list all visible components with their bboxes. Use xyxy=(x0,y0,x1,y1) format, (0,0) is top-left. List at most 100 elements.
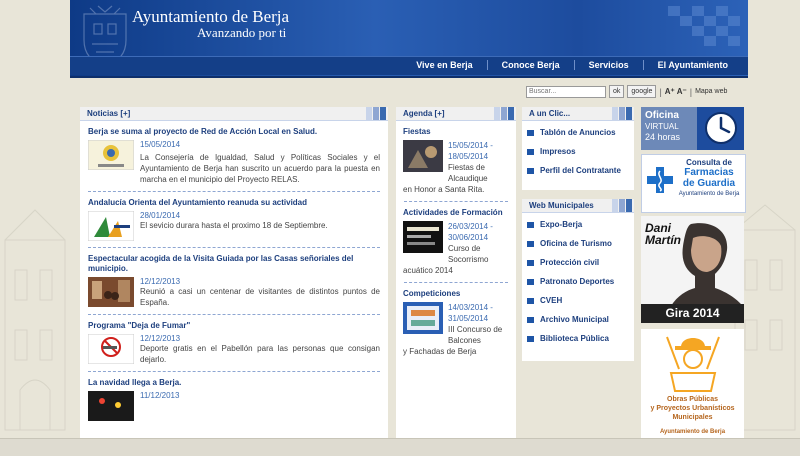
news-panel: Noticias [+] Berja se suma al proyecto d… xyxy=(80,107,388,455)
news-title[interactable]: Noticias [+] xyxy=(87,109,130,118)
site-title: Ayuntamiento de Berja xyxy=(132,7,290,26)
dani-martin-banner[interactable]: Dani Martín Gira 2014 xyxy=(641,216,744,323)
news-headline[interactable]: La navidad llega a Berja. xyxy=(88,372,380,388)
agenda-item: Fiestas 15/05/2014 - 18/05/2014 Fiestas … xyxy=(396,121,516,195)
news-date: 11/12/2013 xyxy=(140,391,180,400)
bullet-icon xyxy=(527,316,534,323)
search-ok-button[interactable]: ok xyxy=(609,85,625,98)
agenda-date-end: 18/05/2014 xyxy=(448,152,489,161)
panel-header: Web Municipales xyxy=(522,199,634,213)
site-map-link[interactable]: Mapa web xyxy=(695,88,727,95)
news-item: Andalucía Orienta del Ayuntamiento reanu… xyxy=(80,192,388,241)
panel-header: A un Clic... xyxy=(522,107,634,121)
header-blocks-decoration xyxy=(612,199,632,212)
header-blocks-decoration xyxy=(612,107,632,120)
obras-l1: Obras Públicas xyxy=(667,396,718,403)
news-summary: Deporte gratis en el Pabellón para las p… xyxy=(140,344,380,364)
agenda-summary: Curso de Socorrismo xyxy=(448,244,489,264)
news-thumbnail[interactable] xyxy=(88,334,134,364)
quick-link-impresos[interactable]: Impresos xyxy=(522,142,634,161)
pharmacy-cross-icon xyxy=(647,167,673,193)
web-link-archivo-municipal[interactable]: Archivo Municipal xyxy=(522,310,634,329)
agenda-thumbnail[interactable] xyxy=(403,140,443,172)
news-thumbnail[interactable] xyxy=(88,140,134,170)
web-link-turismo[interactable]: Oficina de Turismo xyxy=(522,234,634,253)
nav-divider xyxy=(70,76,748,78)
font-size-control[interactable]: A⁺ A⁻ xyxy=(665,87,687,96)
agenda-date-end: 31/05/2014 xyxy=(448,314,489,323)
nav-el-ayuntamiento[interactable]: El Ayuntamiento xyxy=(642,60,742,70)
municipal-webs-panel: Web Municipales Expo-Berja Oficina de Tu… xyxy=(522,199,634,361)
farmacias-l1: Consulta de xyxy=(686,158,732,167)
agenda-category[interactable]: Fiestas xyxy=(403,121,509,136)
agenda-item: Actividades de Formación 26/03/2014 - 30… xyxy=(396,202,516,276)
web-link-biblioteca[interactable]: Biblioteca Pública xyxy=(522,329,634,348)
agenda-item: Competiciones 14/03/2014 - 31/05/2014 II… xyxy=(396,283,516,357)
bullet-icon xyxy=(527,221,534,228)
nav-conoce-berja[interactable]: Conoce Berja xyxy=(486,60,574,70)
news-item: Programa "Deja de Fumar" 12/12/2013 Depo… xyxy=(80,315,388,365)
farmacias-l3: de Guardia xyxy=(682,178,736,189)
news-headline[interactable]: Espectacular acogida de la Visita Guiada… xyxy=(88,248,380,274)
agenda-date-end: 30/06/2014 xyxy=(448,233,489,242)
news-headline[interactable]: Programa "Deja de Fumar" xyxy=(88,315,380,331)
dani-l2: Martín xyxy=(645,233,681,247)
header-blocks-decoration xyxy=(494,107,514,120)
panel-header: Noticias [+] xyxy=(80,107,388,121)
news-thumbnail[interactable] xyxy=(88,391,134,421)
site-header: Ayuntamiento de Berja Avanzando por ti V… xyxy=(70,0,748,78)
news-item: Espectacular acogida de la Visita Guiada… xyxy=(80,248,388,308)
search-input[interactable] xyxy=(526,85,606,98)
farmacias-guardia-banner[interactable]: Consulta de Farmacias de Guardia Ayuntam… xyxy=(641,154,746,213)
obras-l2: y Proyectos Urbanísticos xyxy=(650,405,735,412)
agenda-title[interactable]: Agenda [+] xyxy=(403,109,445,118)
bullet-icon xyxy=(527,335,534,342)
main-nav: Vive en Berja Conoce Berja Servicios El … xyxy=(70,56,748,75)
web-link-expo-berja[interactable]: Expo-Berja xyxy=(522,215,634,234)
site-subtitle: Avanzando por ti xyxy=(197,25,287,40)
web-link-proteccion-civil[interactable]: Protección civil xyxy=(522,253,634,272)
bullet-icon xyxy=(527,148,534,155)
news-headline[interactable]: Berja se suma al proyecto de Red de Acci… xyxy=(88,121,380,137)
page-footer-strip xyxy=(0,438,800,456)
obras-l3: Municipales xyxy=(672,414,713,421)
agenda-panel: Agenda [+] Fiestas 15/05/2014 - 18/05/20… xyxy=(396,107,516,455)
bullet-icon xyxy=(527,297,534,304)
bullet-icon xyxy=(527,240,534,247)
agenda-category[interactable]: Actividades de Formación xyxy=(403,202,509,217)
quick-link-perfil[interactable]: Perfil del Contratante xyxy=(522,161,634,180)
news-item: La navidad llega a Berja. 11/12/2013 xyxy=(80,372,388,421)
news-thumbnail[interactable] xyxy=(88,211,134,241)
agenda-thumbnail[interactable] xyxy=(403,221,443,253)
agenda-category[interactable]: Competiciones xyxy=(403,283,509,298)
agenda-summary: III Concurso de Balcones xyxy=(448,325,503,345)
oficina-virtual-banner[interactable]: Oficina VIRTUAL 24 horas xyxy=(641,107,744,150)
agenda-date-start: 26/03/2014 - xyxy=(448,222,493,231)
nav-servicios[interactable]: Servicios xyxy=(573,60,643,70)
news-date: 28/01/2014 xyxy=(140,211,181,220)
news-summary: El sevicio durara hasta el proximo 18 de… xyxy=(140,221,328,230)
news-date: 12/12/2013 xyxy=(140,277,181,286)
bullet-icon xyxy=(527,259,534,266)
separator: | xyxy=(659,86,662,97)
news-item: Berja se suma al proyecto de Red de Acci… xyxy=(80,121,388,185)
news-summary: Reunió a casi un centenar de visitantes … xyxy=(140,287,380,307)
news-headline[interactable]: Andalucía Orienta del Ayuntamiento reanu… xyxy=(88,192,380,208)
nav-vive-en-berja[interactable]: Vive en Berja xyxy=(402,60,486,70)
agenda-summary-cont: acuático 2014 xyxy=(403,266,453,275)
news-thumbnail[interactable] xyxy=(88,277,134,307)
agenda-summary: Fiestas de Alcaudique xyxy=(448,163,488,183)
agenda-thumbnail[interactable] xyxy=(403,302,443,334)
header-blocks-decoration xyxy=(366,107,386,120)
quick-link-tablon[interactable]: Tablón de Anuncios xyxy=(522,123,634,142)
quick-links-title: A un Clic... xyxy=(529,109,571,118)
obras-publicas-banner[interactable]: Obras Públicas y Proyectos Urbanísticos … xyxy=(641,329,744,441)
dani-tour: Gira 2014 xyxy=(665,306,720,320)
web-link-patronato-deportes[interactable]: Patronato Deportes xyxy=(522,272,634,291)
web-link-cveh[interactable]: CVEH xyxy=(522,291,634,310)
building-decoration xyxy=(4,209,66,431)
news-date: 12/12/2013 xyxy=(140,334,181,343)
news-summary: La Consejería de Igualdad, Salud y Polít… xyxy=(140,153,380,184)
search-google-button[interactable]: google xyxy=(627,85,657,98)
search-bar: ok google | A⁺ A⁻ | Mapa web xyxy=(526,85,727,98)
